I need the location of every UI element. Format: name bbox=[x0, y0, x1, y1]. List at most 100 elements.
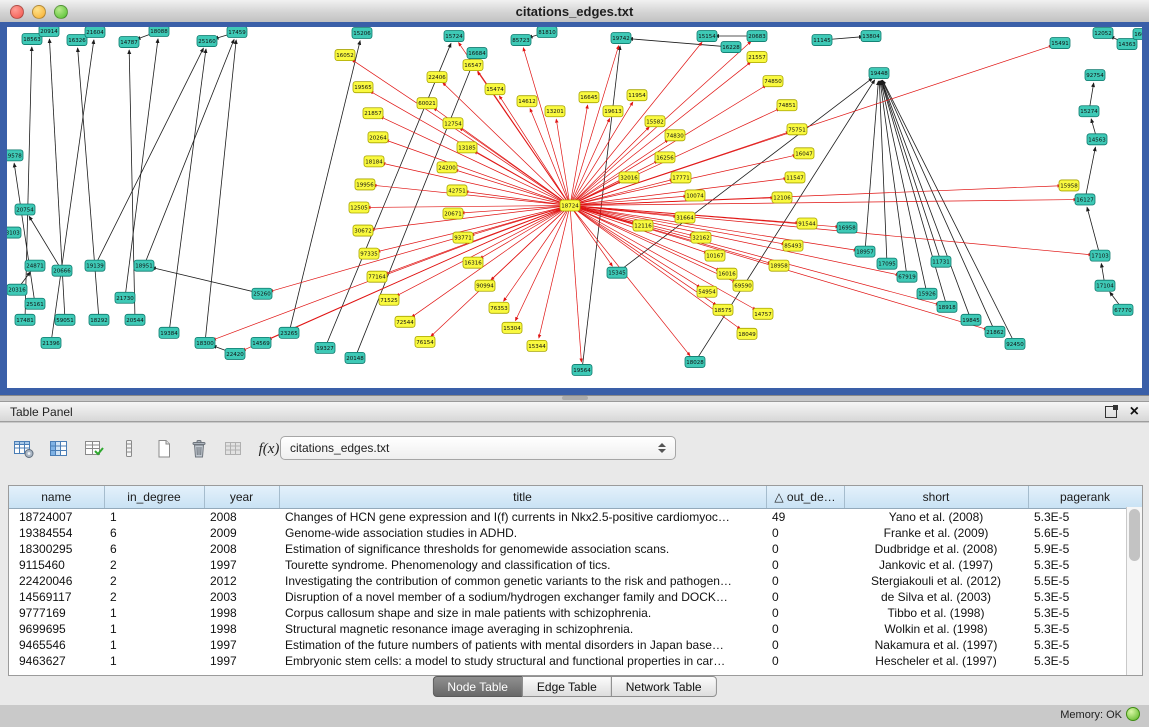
network-node[interactable]: 15958 bbox=[1059, 180, 1079, 191]
network-node[interactable]: 16958 bbox=[837, 222, 857, 233]
network-node[interactable]: 81810 bbox=[537, 27, 557, 38]
network-node[interactable]: 15491 bbox=[1050, 38, 1070, 49]
network-edge[interactable] bbox=[570, 85, 766, 205]
network-edge[interactable] bbox=[1085, 147, 1095, 199]
network-edge[interactable] bbox=[367, 205, 570, 207]
network-node[interactable]: 76154 bbox=[415, 336, 435, 347]
network-node[interactable]: 10167 bbox=[705, 250, 725, 261]
table-mode-icon[interactable] bbox=[10, 436, 38, 462]
network-edge[interactable] bbox=[212, 205, 570, 340]
network-node[interactable]: 13201 bbox=[545, 106, 565, 117]
network-node[interactable]: 21730 bbox=[115, 292, 135, 303]
split-pane-handle[interactable] bbox=[562, 396, 588, 400]
network-node[interactable]: 19956 bbox=[355, 179, 375, 190]
column-header-3[interactable]: title bbox=[279, 486, 766, 509]
network-edge[interactable] bbox=[617, 78, 873, 273]
network-node[interactable]: 74851 bbox=[777, 100, 797, 111]
network-edge[interactable] bbox=[570, 62, 751, 205]
network-node[interactable]: 93771 bbox=[453, 232, 473, 243]
network-edge[interactable] bbox=[78, 48, 99, 320]
table-row[interactable]: 2242004622012Investigating the contribut… bbox=[9, 573, 1142, 589]
network-node[interactable]: 76353 bbox=[489, 302, 509, 313]
network-node[interactable]: 25260 bbox=[252, 288, 272, 299]
network-edge[interactable] bbox=[129, 50, 135, 320]
network-node[interactable]: 16684 bbox=[467, 48, 487, 59]
column-header-2[interactable]: year bbox=[204, 486, 279, 509]
network-node[interactable]: 17104 bbox=[1095, 280, 1115, 291]
network-node[interactable]: 16052 bbox=[335, 50, 355, 61]
network-node[interactable]: 17771 bbox=[671, 172, 691, 183]
tab-network-table[interactable]: Network Table bbox=[611, 676, 717, 697]
delete-icon[interactable] bbox=[185, 436, 213, 462]
network-node[interactable]: 15345 bbox=[607, 267, 627, 278]
network-edge[interactable] bbox=[570, 205, 581, 361]
network-edge[interactable] bbox=[570, 205, 785, 244]
network-svg[interactable]: 1856320914163262160414787180882516017459… bbox=[7, 27, 1142, 388]
table-row[interactable]: 977716911998Corpus callosum shape and si… bbox=[9, 605, 1142, 621]
network-node[interactable]: 24871 bbox=[25, 260, 45, 271]
window-titlebar[interactable]: citations_edges.txt bbox=[0, 0, 1149, 23]
network-node[interactable]: 90994 bbox=[475, 280, 495, 291]
network-node[interactable]: 20683 bbox=[747, 31, 767, 42]
minimize-window-button[interactable] bbox=[32, 5, 46, 19]
network-node[interactable]: 92450 bbox=[1005, 338, 1025, 349]
network-node[interactable]: 18088 bbox=[149, 27, 169, 37]
network-node[interactable]: 15304 bbox=[502, 322, 522, 333]
network-node[interactable]: 11731 bbox=[931, 256, 951, 267]
network-node[interactable]: 12116 bbox=[633, 220, 653, 231]
network-node[interactable]: 17095 bbox=[877, 258, 897, 269]
network-node[interactable]: 15206 bbox=[352, 28, 372, 39]
network-edge[interactable] bbox=[695, 80, 875, 362]
network-table-selector[interactable]: citations_edges.txt bbox=[280, 436, 676, 460]
network-edge[interactable] bbox=[570, 205, 899, 275]
network-node[interactable]: 20544 bbox=[125, 314, 145, 325]
network-node[interactable]: 15474 bbox=[485, 84, 505, 95]
network-node[interactable]: 15274 bbox=[1079, 106, 1099, 117]
table-row[interactable]: 969969511998Structural magnetic resonanc… bbox=[9, 621, 1142, 637]
table-row[interactable]: 1938455462009Genome-wide association stu… bbox=[9, 525, 1142, 541]
network-node[interactable]: 20754 bbox=[15, 204, 35, 215]
network-node[interactable]: 19327 bbox=[315, 342, 335, 353]
network-node[interactable]: 75751 bbox=[787, 124, 807, 135]
column-header-0[interactable]: name bbox=[9, 486, 104, 509]
network-node[interactable]: 74830 bbox=[665, 130, 685, 141]
network-node[interactable]: 74850 bbox=[763, 76, 783, 87]
network-edge[interactable] bbox=[480, 205, 570, 258]
network-node[interactable]: 18292 bbox=[89, 314, 109, 325]
network-node[interactable]: 16047 bbox=[794, 148, 814, 159]
network-node[interactable]: 25161 bbox=[25, 298, 45, 309]
network-node[interactable]: 32016 bbox=[619, 172, 639, 183]
network-node[interactable]: 18028 bbox=[685, 356, 705, 367]
network-node[interactable]: 16228 bbox=[721, 42, 741, 53]
network-node[interactable]: 20914 bbox=[39, 27, 59, 37]
network-edge[interactable] bbox=[371, 205, 570, 229]
network-node[interactable]: 15154 bbox=[697, 31, 717, 42]
network-edge[interactable] bbox=[556, 119, 570, 205]
network-node[interactable]: 23103 bbox=[7, 227, 21, 238]
network-node[interactable]: 18184 bbox=[364, 156, 384, 167]
network-node[interactable]: 25160 bbox=[197, 36, 217, 47]
column-icon[interactable] bbox=[115, 436, 143, 462]
network-node[interactable]: 19565 bbox=[353, 82, 373, 93]
network-node[interactable]: 19384 bbox=[159, 327, 179, 338]
function-builder-button[interactable]: f(x) bbox=[255, 436, 283, 462]
network-node[interactable]: 22420 bbox=[225, 348, 245, 359]
network-edge[interactable] bbox=[879, 81, 887, 264]
network-node-hub[interactable]: 18724 bbox=[560, 200, 580, 211]
network-node[interactable]: 13185 bbox=[457, 142, 477, 153]
network-edge[interactable] bbox=[169, 49, 206, 333]
network-node[interactable]: 59051 bbox=[55, 314, 75, 325]
column-header-5[interactable]: short bbox=[844, 486, 1028, 509]
network-edge[interactable] bbox=[455, 170, 570, 206]
table-row[interactable]: 911546021997Tourette syndrome. Phenomeno… bbox=[9, 557, 1142, 573]
network-node[interactable]: 16256 bbox=[655, 152, 675, 163]
network-node[interactable]: 11954 bbox=[627, 90, 647, 101]
network-node[interactable]: 20316 bbox=[7, 284, 27, 295]
tab-edge-table[interactable]: Edge Table bbox=[522, 676, 612, 697]
table-row[interactable]: 1872400712008Changes of HCN gene express… bbox=[9, 509, 1142, 526]
network-node[interactable]: 18958 bbox=[769, 260, 789, 271]
network-node[interactable]: 60021 bbox=[417, 98, 437, 109]
new-document-icon[interactable] bbox=[150, 436, 178, 462]
network-node[interactable]: 69590 bbox=[733, 280, 753, 291]
network-node[interactable]: 21862 bbox=[985, 326, 1005, 337]
